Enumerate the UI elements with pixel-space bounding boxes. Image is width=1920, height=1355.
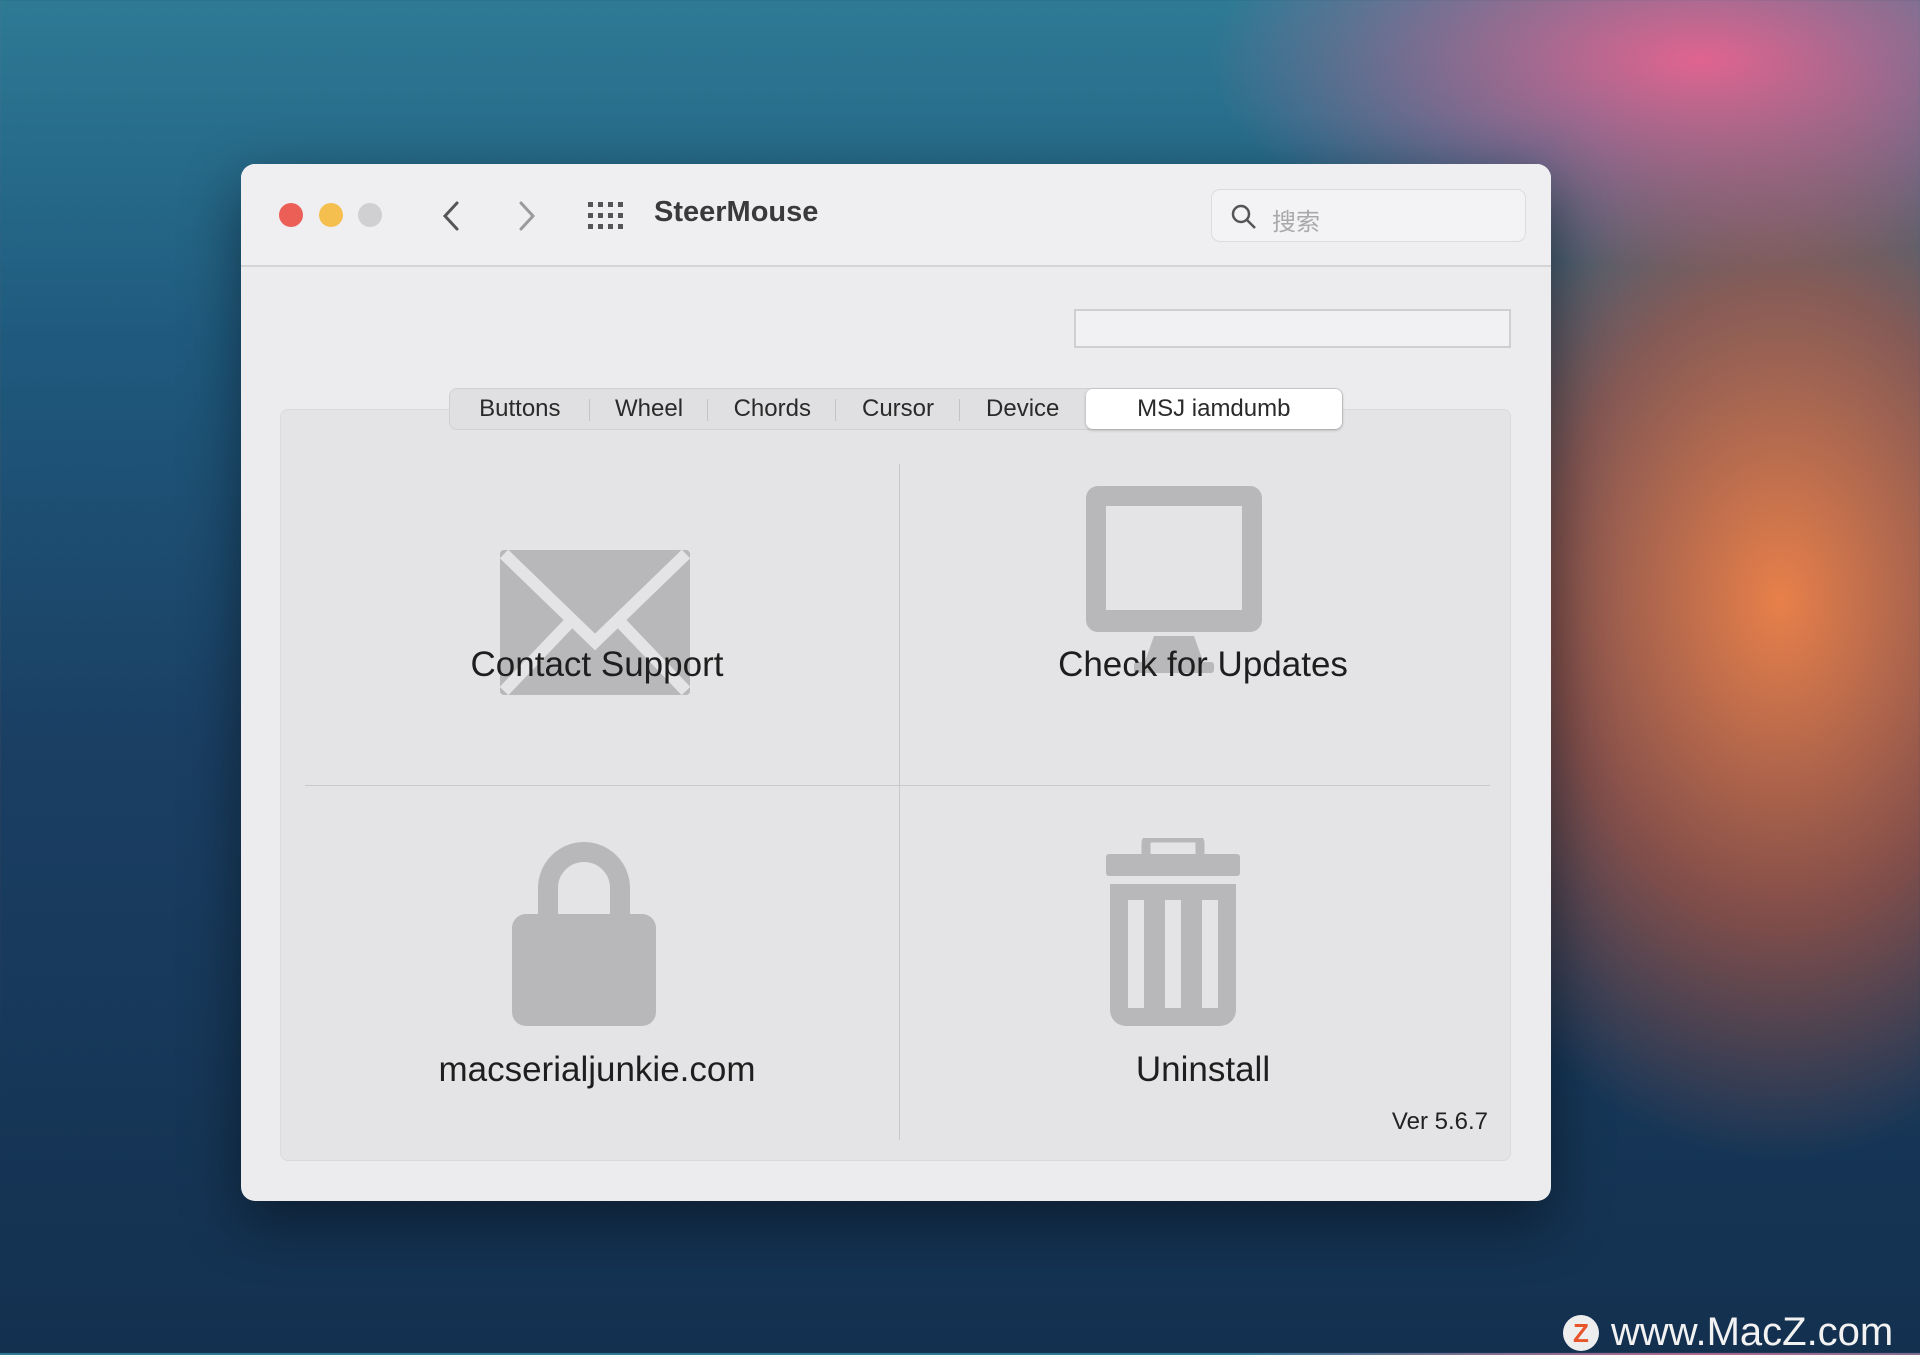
forward-chevron-icon[interactable]	[515, 200, 539, 232]
text-field[interactable]	[1074, 309, 1511, 348]
tab-panel: Contact Support Check for Updates macser…	[280, 409, 1511, 1161]
watermark: Z www.MacZ.com	[1563, 1310, 1893, 1355]
zoom-button[interactable]	[358, 203, 382, 227]
tab-device[interactable]: Device	[960, 389, 1086, 429]
back-chevron-icon[interactable]	[439, 200, 463, 232]
lock-icon	[512, 842, 656, 1026]
contact-support-button[interactable]: Contact Support	[295, 440, 899, 780]
macserialjunkie-label: macserialjunkie.com	[438, 1050, 756, 1089]
minimize-button[interactable]	[319, 203, 343, 227]
search-input[interactable]: 搜索	[1211, 189, 1526, 242]
tab-wheel[interactable]: Wheel	[590, 389, 709, 429]
macserialjunkie-link[interactable]: macserialjunkie.com	[295, 795, 899, 1135]
title-bar: SteerMouse 搜索	[241, 164, 1551, 267]
contact-support-label: Contact Support	[470, 645, 724, 684]
uninstall-label: Uninstall	[1135, 1050, 1271, 1089]
close-button[interactable]	[279, 203, 303, 227]
window-title: SteerMouse	[654, 196, 819, 228]
tab-bar: Buttons Wheel Chords Cursor Device MSJ i…	[449, 388, 1343, 430]
search-placeholder: 搜索	[1272, 209, 1320, 236]
horizontal-divider	[305, 785, 1490, 786]
search-icon	[1231, 204, 1256, 229]
watermark-text: www.MacZ.com	[1611, 1310, 1894, 1354]
tab-buttons[interactable]: Buttons	[450, 389, 590, 429]
trash-icon	[1106, 838, 1240, 1026]
tab-cursor[interactable]: Cursor	[836, 389, 960, 429]
check-for-updates-label: Check for Updates	[1058, 645, 1348, 684]
vertical-divider	[899, 464, 900, 1140]
macz-logo-icon: Z	[1563, 1314, 1599, 1351]
tab-chords[interactable]: Chords	[708, 389, 836, 429]
tab-msj-iamdumb[interactable]: MSJ iamdumb	[1085, 389, 1342, 429]
steermouse-window: SteerMouse 搜索 Contact Support Check for …	[241, 164, 1551, 1201]
uninstall-button[interactable]: Uninstall	[901, 795, 1505, 1135]
grid-icon[interactable]	[588, 202, 624, 230]
check-for-updates-button[interactable]: Check for Updates	[901, 440, 1505, 780]
version-label: Ver 5.6.7	[1391, 1108, 1488, 1135]
